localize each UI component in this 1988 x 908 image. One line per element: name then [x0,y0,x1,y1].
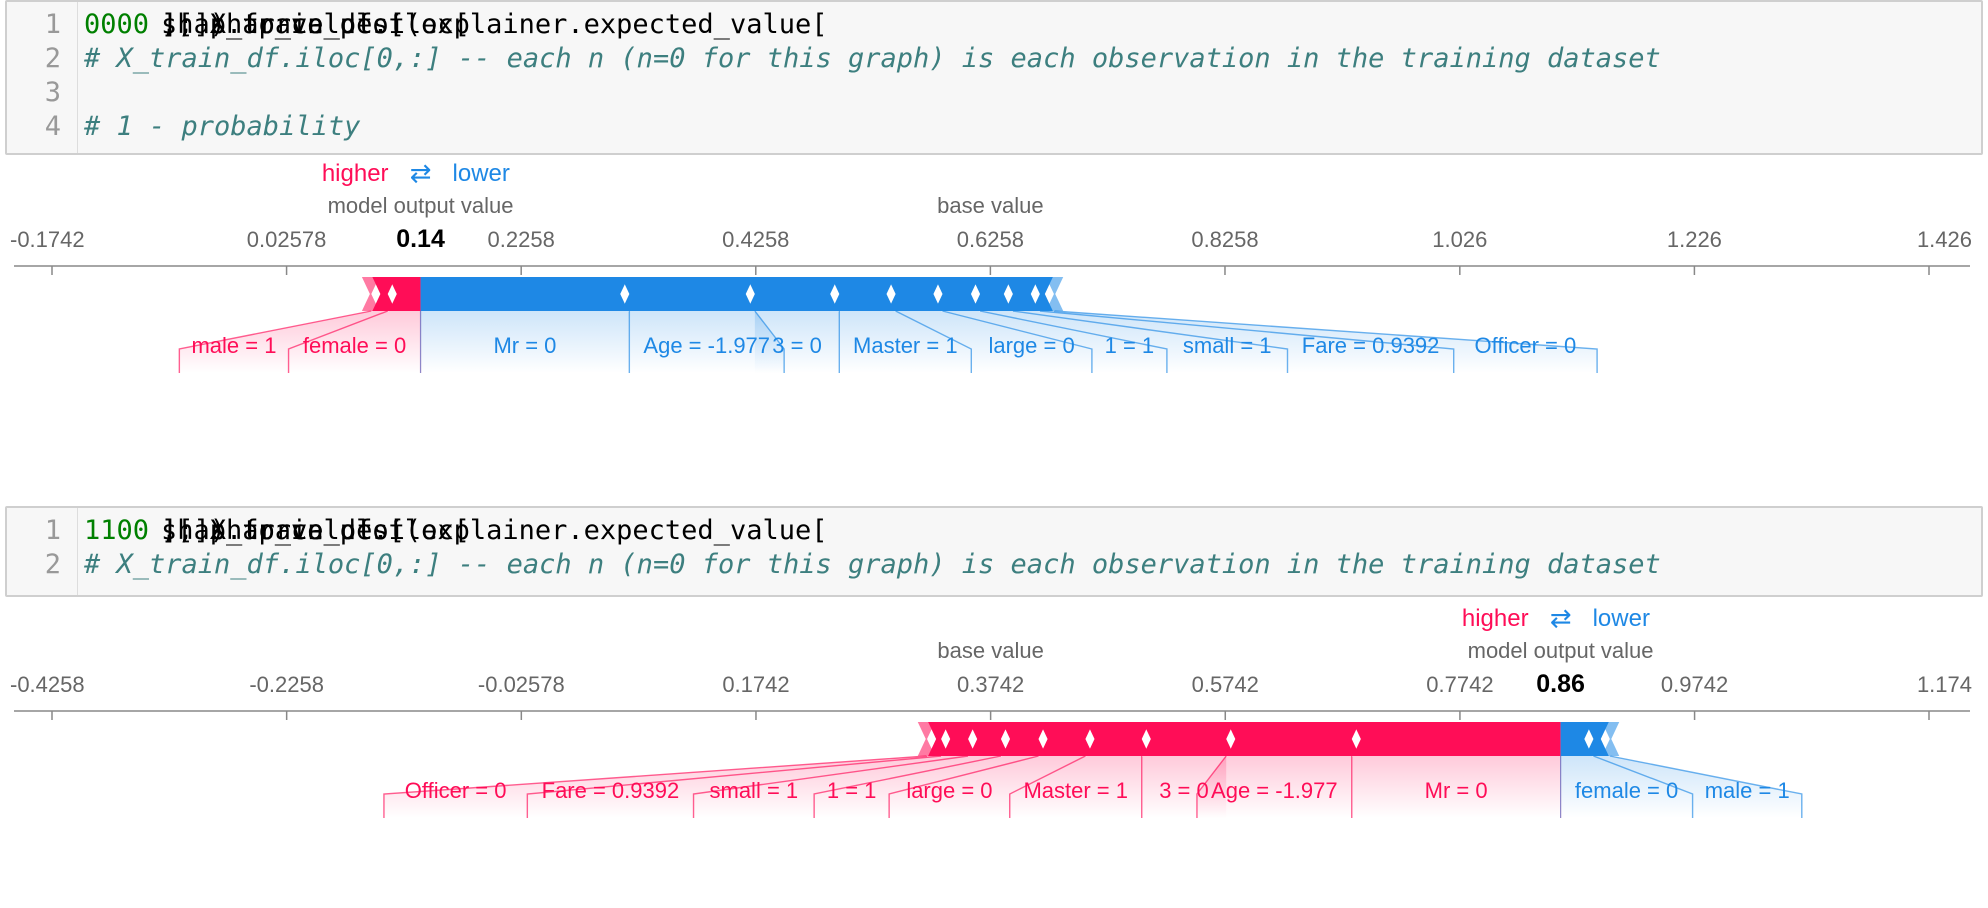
x-tick-label: 1.426 [1917,227,1972,252]
x-tick-label: 1.226 [1667,227,1722,252]
feature-label: male = 1 [1705,778,1790,803]
code-number: 0 [132,9,150,40]
x-tick-label: 1.026 [1432,227,1487,252]
x-tick-label: 0.9742 [1661,672,1728,697]
force-bar-segment [934,277,981,311]
base-value-label: base value [937,638,1043,663]
x-tick-label: 0.6258 [957,227,1024,252]
feature-label: male = 1 [191,333,276,358]
line-number: 2 [44,549,61,580]
x-tick-label: 0.3742 [957,672,1024,697]
force-bar-segment [746,277,840,311]
x-tick-label: 0.7742 [1426,672,1493,697]
code-comment: # X_train_df.iloc[0,:] -- each n (n=0 fo… [84,549,1661,580]
feature-label: Officer = 0 [405,778,507,803]
output-value-label: 0.86 [1536,670,1585,698]
code-number: 0 [100,9,117,40]
force-bar-segment [420,277,630,311]
legend-higher: higher [1462,605,1529,632]
force-bar-segment [917,722,936,756]
line-number: 4 [44,111,61,142]
force-plot-1: -0.1742 0.02578 0.2258 0.4258 0.6258 0.8258 1.… [10,158,1972,373]
model-output-label: model output value [328,193,514,218]
feature-label: Age = -1.977 [643,333,770,358]
x-tick-label: -0.02578 [478,672,565,697]
line-number: 2 [44,43,61,74]
x-tick-label: 0.4258 [722,227,789,252]
code-line[interactable]: 3 [7,76,1981,110]
force-plot-2: -0.4258 -0.2258 -0.02578 0.1742 0.3742 0.5742… [10,603,1972,818]
x-tick-label: 0.2258 [488,227,555,252]
force-bar-segment [1141,722,1235,756]
x-tick-label: 0.1742 [722,672,789,697]
feature-label: Age = -1.977 [1211,778,1338,803]
force-bar-segment [968,722,1009,756]
line-number: 1 [44,9,61,40]
code-number: 0 [116,9,133,40]
line-number: 3 [44,77,61,108]
line-number: 1 [44,515,61,546]
code-text: shap.force_plot(explainer.expected_value… [84,514,827,548]
code-cell-1[interactable]: 1 shap.force_plot(explainer.expected_valu… [5,0,1983,155]
legend-lower: lower [453,160,510,187]
x-tick-label: 0.8258 [1191,227,1258,252]
force-bar-segment [621,277,755,311]
code-token: ,:]) [161,515,227,546]
feature-label: Officer = 0 [1475,333,1577,358]
legend-higher: higher [322,160,389,187]
code-comment: # 1 - probability [84,111,361,142]
force-bar-segment [1000,722,1047,756]
model-output-label: model output value [1468,638,1654,663]
feature-label: Mr = 0 [1425,778,1488,803]
code-line[interactable]: 1 shap.force_plot(explainer.expected_valu… [7,514,1981,548]
code-line[interactable]: 1 shap.force_plot(explainer.expected_valu… [7,8,1981,42]
x-tick-label: 0.5742 [1192,672,1259,697]
force-bar-segment [1085,722,1150,756]
code-line[interactable]: 4 # 1 - probability [7,110,1981,144]
code-line[interactable]: 2 # X_train_df.iloc[0,:] -- each n (n=0 f… [7,548,1981,582]
code-number: 0 [116,515,133,546]
feature-label: Master = 1 [1023,778,1128,803]
legend-arrows-icon: ⇄ [1550,603,1572,633]
force-bar-segment [361,277,380,311]
code-line[interactable]: 2 # X_train_df.iloc[0,:] -- each n (n=0 f… [7,42,1981,76]
code-cell-2[interactable]: 1 shap.force_plot(explainer.expected_valu… [5,506,1983,597]
force-bar-segment [1601,722,1620,756]
code-number: 1 [100,515,117,546]
x-tick-label: 1.174 [1917,672,1972,697]
force-bar-segment [1226,722,1360,756]
code-number: 0 [132,515,150,546]
feature-label: 3 = 0 [772,333,822,358]
code-text: shap.force_plot(explainer.expected_value… [84,8,827,42]
code-number: 0 [84,9,101,40]
x-tick-label: -0.2258 [249,672,324,697]
feature-label: Master = 1 [853,333,958,358]
output-value-label: 0.14 [396,225,445,253]
code-token: ,:]) [161,9,227,40]
code-text: # X_train_df.iloc[0,:] -- each n (n=0 fo… [84,548,1661,582]
force-bar-segment [1045,277,1064,311]
code-comment: # X_train_df.iloc[0,:] -- each n (n=0 fo… [84,43,1661,74]
code-number: 1 [84,515,101,546]
legend-arrows-icon: ⇄ [410,158,432,188]
force-bar-segment [972,277,1013,311]
code-text: # 1 - probability [84,110,360,144]
legend-lower: lower [1593,605,1650,632]
feature-label: Mr = 0 [493,333,556,358]
code-text: # X_train_df.iloc[0,:] -- each n (n=0 fo… [84,42,1661,76]
force-bar-segment [1351,722,1561,756]
base-value-label: base value [937,193,1043,218]
x-tick-label: -0.4258 [10,672,85,697]
force-bar-segment [831,277,896,311]
x-tick-label: -0.1742 [10,227,85,252]
feature-label: 3 = 0 [1159,778,1209,803]
x-tick-label: 0.02578 [247,227,327,252]
